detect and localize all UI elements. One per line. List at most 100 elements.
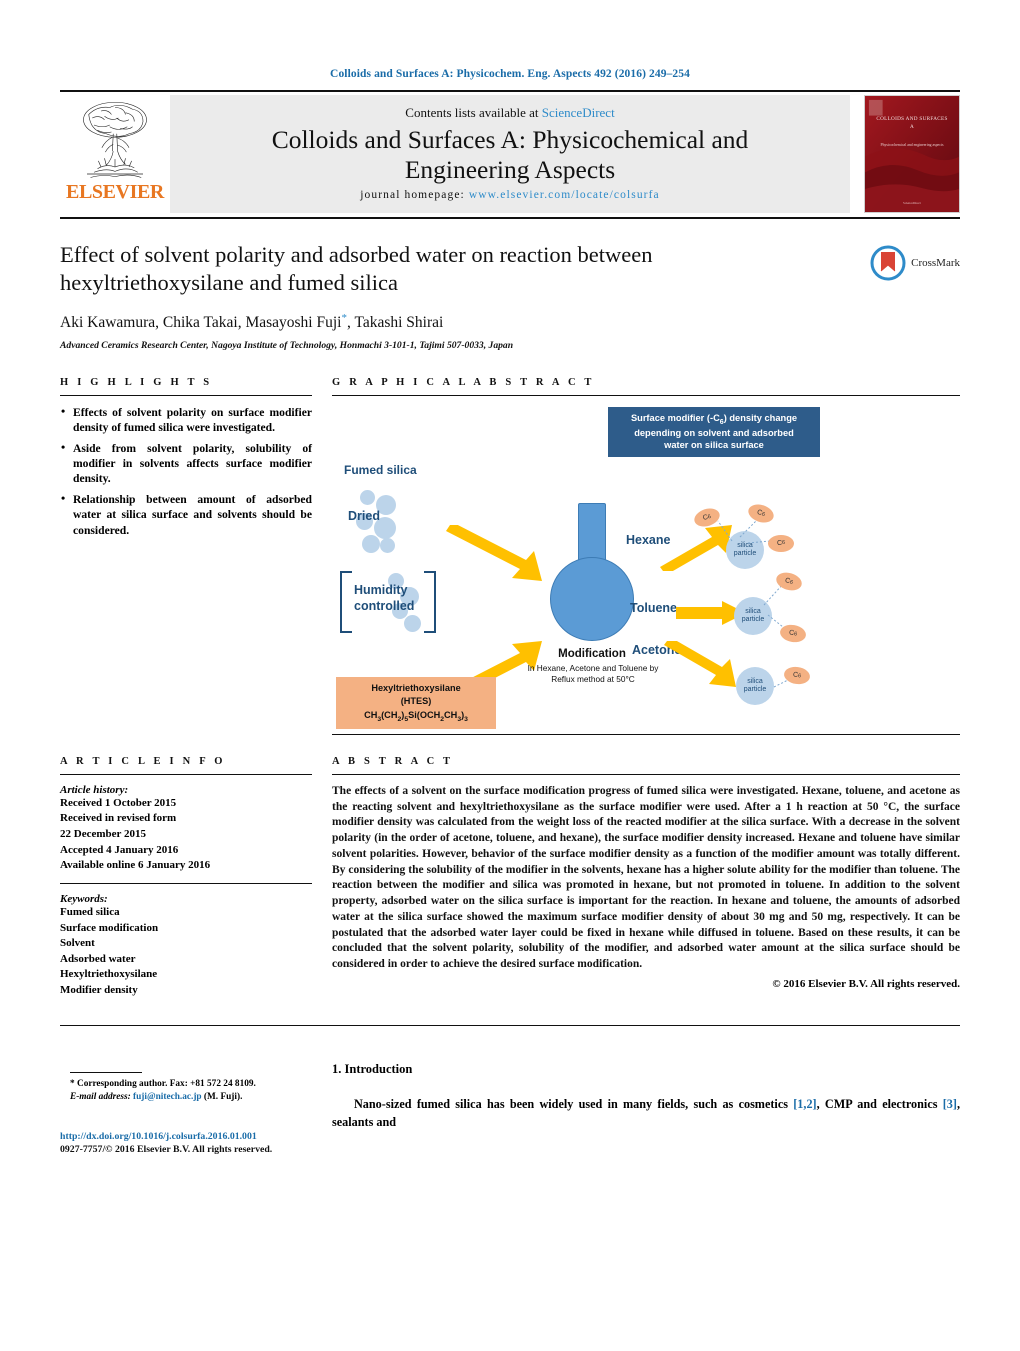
journal-title-band: Contents lists available at ScienceDirec… [170, 95, 850, 213]
ga-modification-sub2: Reflux method at 50°C [551, 674, 635, 685]
ga-humidity-label-1: Humidity [354, 582, 408, 597]
keyword-item: Modifier density [60, 983, 138, 996]
issn-copyright-line: 0927-7757/© 2016 Elsevier B.V. All right… [60, 1144, 273, 1156]
masthead-bottom-rule [60, 217, 960, 219]
footnote-rule [70, 1071, 142, 1073]
ga-hts-name: Hexyltriethoxysilane [371, 682, 461, 693]
article-info-column: A R T I C L E I N F O Article history: R… [60, 756, 312, 999]
graphical-abstract-figure: Surface modifier (-C6) density change de… [332, 405, 960, 730]
abstract-heading: A B S T R A C T [332, 755, 454, 767]
article-info-rule [60, 773, 312, 775]
highlights-column: H I G H L I G H T S Effects of solvent p… [60, 377, 312, 744]
ga-modification-sub1: In Hexane, Acetone and Toluene by [527, 662, 659, 673]
keyword-item: Solvent [60, 937, 95, 950]
ga-hts-abbrev: (HTES) [400, 696, 432, 707]
intro-text-mid: , CMP and electronics [816, 1096, 943, 1111]
ga-bracket-left [340, 570, 352, 633]
ga-banner-line2: depending on solvent and adsorbed [634, 427, 794, 438]
ga-banner-line1b: ) density change [723, 412, 798, 423]
keyword-item: Hexyltriethoxysilane [60, 968, 158, 981]
ga-hts-formula: CH3(CH2)5Si(OCH2CH3)3 [364, 709, 468, 723]
journal-title-line1: Colloids and Surfaces A: Physicochemical… [271, 124, 749, 154]
masthead-top-rule [60, 90, 960, 92]
abstract-rule [332, 773, 960, 775]
cover-footer-text: ScienceDirect [903, 201, 921, 205]
highlights-graphical-row: H I G H L I G H T S Effects of solvent p… [60, 377, 960, 744]
crossmark-label: CrossMark [911, 257, 960, 269]
email-label: E-mail address: [70, 1092, 131, 1103]
page-title: Effect of solvent polarity and adsorbed … [60, 242, 653, 296]
ga-hts-box: Hexyltriethoxysilane (HTES) CH3(CH2)5Si(… [336, 676, 496, 730]
history-item: 22 December 2015 [60, 828, 146, 841]
crossmark-badge[interactable]: CrossMark [870, 245, 960, 281]
history-item: Accepted 4 January 2016 [60, 843, 179, 856]
footer-top-rule [60, 1024, 960, 1026]
reference-link-2[interactable]: [3] [943, 1097, 957, 1111]
affiliation: Advanced Ceramics Research Center, Nagoy… [60, 339, 514, 351]
sciencedirect-link[interactable]: ScienceDirect [542, 105, 615, 120]
keyword-item: Surface modification [60, 921, 159, 934]
journal-homepage-line: journal homepage: www.elsevier.com/locat… [360, 189, 660, 201]
corresponding-note-text: Corresponding author. Fax: +81 572 24 81… [76, 1078, 256, 1089]
ga-bracket-right [424, 570, 436, 633]
abstract-column: A B S T R A C T The effects of a solvent… [332, 756, 960, 999]
title-block: Effect of solvent polarity and adsorbed … [60, 241, 960, 351]
article-history-label: Article history: [60, 783, 129, 796]
homepage-url-link[interactable]: www.elsevier.com/locate/colsurfa [469, 189, 660, 201]
graphical-abstract-rule [332, 394, 960, 396]
graphical-abstract-heading: G R A P H I C A L A B S T R A C T [332, 376, 595, 388]
ga-fumed-silica-label: Fumed silica [344, 462, 417, 477]
email-link[interactable]: fuji@nitech.ac.jp [133, 1092, 202, 1102]
keywords-label: Keywords: [60, 892, 108, 905]
reference-link-1[interactable]: [1,2] [793, 1097, 816, 1111]
keywords-rule [60, 882, 312, 884]
introduction-paragraph: Nano-sized fumed silica has been widely … [332, 1095, 960, 1132]
corresponding-author-note: * Corresponding author. Fax: +81 572 24 … [60, 1078, 312, 1092]
list-item: Effects of solvent polarity on surface m… [61, 404, 312, 436]
introduction-column: 1. Introduction Nano-sized fumed silica … [332, 1048, 960, 1156]
ga-banner-line3: water on silica surface [664, 439, 764, 450]
silica-blob [380, 537, 395, 553]
silica-blob [362, 534, 380, 553]
email-suffix: (M. Fuji). [203, 1092, 243, 1103]
list-item: Relationship between amount of adsorbed … [61, 491, 312, 538]
email-note: E-mail address: fuji@nitech.ac.jp (M. Fu… [60, 1091, 312, 1105]
history-item: Available online 6 January 2016 [60, 859, 211, 872]
list-item: Aside from solvent polarity, solubility … [61, 440, 312, 487]
doi-link[interactable]: http://dx.doi.org/10.1016/j.colsurfa.201… [60, 1131, 312, 1142]
running-head: Colloids and Surfaces A: Physicochem. En… [330, 68, 690, 80]
journal-masthead: ELSEVIER Contents lists available at Sci… [60, 95, 960, 213]
keyword-item: Adsorbed water [60, 952, 136, 965]
cover-artwork [865, 96, 959, 212]
keyword-item: Fumed silica [60, 905, 120, 918]
paper-page: Colloids and Surfaces A: Physicochem. En… [0, 0, 1020, 1351]
ga-bonds-toluene [763, 582, 789, 632]
journal-cover-thumbnail[interactable]: COLLOIDS AND SURFACES A Physicochemical … [864, 95, 960, 213]
elsevier-tree-icon [83, 101, 147, 178]
crossmark-icon [870, 245, 906, 281]
article-info-heading: A R T I C L E I N F O [60, 755, 226, 767]
elsevier-wordmark: ELSEVIER [66, 181, 164, 203]
graphical-abstract-bottom-rule [332, 733, 960, 735]
history-item: Received in revised form [60, 812, 177, 825]
contents-prefix: Contents lists available at [405, 104, 539, 120]
cover-title-text: COLLOIDS AND SURFACES A [876, 116, 948, 130]
cover-subtitle-text: Physicochemical and engineering aspects [880, 143, 944, 147]
journal-title-line2: Engineering Aspects [404, 154, 616, 184]
journal-title: Colloids and Surfaces A: Physicochemical… [272, 125, 749, 184]
elsevier-logo[interactable]: ELSEVIER [60, 95, 170, 213]
author-list: Aki Kawamura, Chika Takai, Masayoshi Fuj… [60, 312, 840, 332]
ga-flask-bulb [550, 556, 634, 641]
abstract-copyright: © 2016 Elsevier B.V. All rights reserved… [772, 977, 960, 990]
intro-text-start: Nano-sized fumed silica has been widely … [354, 1096, 794, 1111]
highlights-rule [60, 394, 312, 396]
homepage-label: journal homepage: [360, 189, 465, 202]
highlights-list: Effects of solvent polarity on surface m… [60, 404, 312, 538]
ga-humidity-label-2: controlled [354, 598, 415, 613]
silica-blob [360, 489, 375, 505]
ga-modification-sub: In Hexane, Acetone and Toluene by Reflux… [500, 663, 686, 685]
ga-arrow-dried-to-flask [446, 524, 542, 581]
footer-column: * Corresponding author. Fax: +81 572 24 … [60, 1048, 312, 1156]
contents-available-line: Contents lists available at ScienceDirec… [405, 105, 614, 121]
ga-modifier-c6: C6 [768, 534, 794, 552]
